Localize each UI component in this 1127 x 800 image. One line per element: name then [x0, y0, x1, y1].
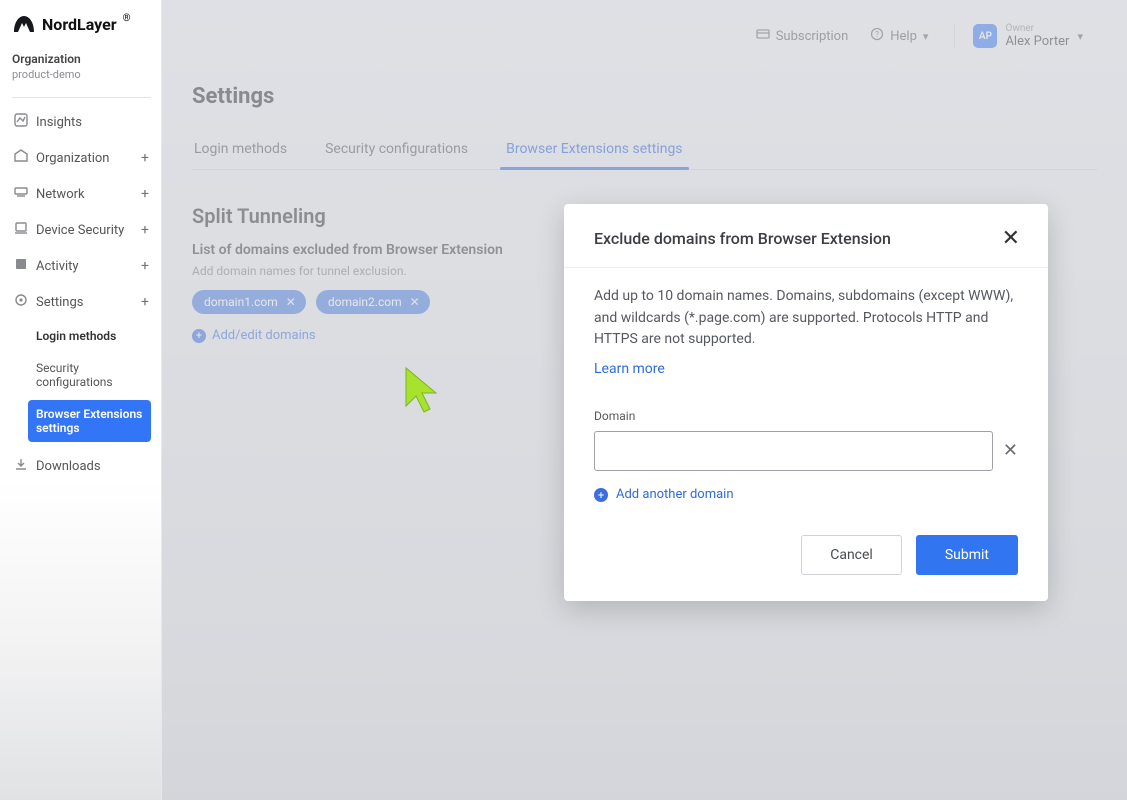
modal-description: Add up to 10 domain names. Domains, subd…: [594, 286, 1018, 351]
expand-icon: +: [141, 187, 149, 201]
sidebar-item-downloads[interactable]: Downloads: [12, 448, 151, 484]
cancel-button[interactable]: Cancel: [801, 535, 902, 575]
chip-remove-icon[interactable]: ✕: [286, 295, 296, 309]
sidebar-item-organization[interactable]: Organization +: [12, 140, 151, 176]
add-another-label: Add another domain: [616, 485, 734, 505]
gear-icon: [14, 293, 28, 311]
sidebar-item-label: Device Security: [36, 223, 133, 238]
nord-arc-icon: [12, 14, 36, 34]
tabs: Login methods Security configurations Br…: [192, 131, 1097, 170]
main: Subscription ? Help ▾ AP Owner Alex Port…: [162, 0, 1127, 800]
tab-login-methods[interactable]: Login methods: [192, 131, 289, 169]
subscription-label: Subscription: [776, 29, 849, 44]
network-icon: [14, 185, 28, 203]
divider: [12, 97, 151, 98]
tab-security-configurations[interactable]: Security configurations: [323, 131, 470, 169]
user-menu[interactable]: AP Owner Alex Porter ▾: [954, 23, 1083, 49]
expand-icon: +: [141, 151, 149, 165]
expand-icon: +: [141, 259, 149, 273]
page-title: Settings: [192, 84, 1097, 109]
cursor-arrow-icon: [402, 366, 442, 420]
sidebar-item-label: Settings: [36, 295, 133, 310]
topbar: Subscription ? Help ▾ AP Owner Alex Port…: [178, 8, 1111, 64]
subnav-browser-extensions-settings[interactable]: Browser Extensions settings: [28, 400, 151, 442]
svg-text:?: ?: [875, 30, 879, 39]
user-name: Alex Porter: [1005, 34, 1069, 49]
help-link[interactable]: ? Help ▾: [870, 27, 928, 45]
remove-domain-row-icon[interactable]: ✕: [1003, 437, 1018, 465]
brand-name: NordLayer: [42, 15, 117, 34]
subnav-security-configurations[interactable]: Security configurations: [28, 354, 151, 396]
subscription-link[interactable]: Subscription: [756, 27, 849, 45]
subscription-icon: [756, 27, 770, 45]
sidebar-item-label: Downloads: [36, 459, 149, 474]
tab-browser-extensions-settings[interactable]: Browser Extensions settings: [504, 131, 684, 169]
expand-icon: +: [141, 295, 149, 309]
subnav-login-methods[interactable]: Login methods: [28, 322, 151, 350]
plus-circle-icon: +: [594, 488, 608, 502]
org-block: Organization product-demo: [12, 52, 151, 81]
sidebar-item-network[interactable]: Network +: [12, 176, 151, 212]
domain-chip-label: domain1.com: [204, 295, 278, 309]
download-icon: [14, 457, 28, 475]
chevron-down-icon: ▾: [1077, 30, 1083, 43]
device-security-icon: [14, 221, 28, 239]
sidebar-item-activity[interactable]: Activity +: [12, 248, 151, 284]
insights-icon: [14, 113, 28, 131]
help-label: Help: [890, 29, 917, 44]
plus-circle-icon: +: [192, 329, 206, 343]
sidebar-item-settings[interactable]: Settings +: [12, 284, 151, 320]
domain-input[interactable]: [594, 431, 993, 471]
sidebar-item-insights[interactable]: Insights: [12, 104, 151, 140]
modal-title: Exclude domains from Browser Extension: [594, 229, 891, 248]
organization-icon: [14, 149, 28, 167]
brand-logo[interactable]: NordLayer®: [12, 14, 151, 34]
activity-icon: [14, 257, 28, 275]
domain-chip: domain2.com ✕: [316, 290, 430, 314]
domain-chip-label: domain2.com: [328, 295, 402, 309]
help-icon: ?: [870, 27, 884, 45]
add-another-domain-link[interactable]: + Add another domain: [594, 485, 1018, 505]
user-role: Owner: [1005, 23, 1069, 34]
settings-subnav: Login methods Security configurations Br…: [28, 322, 151, 442]
chip-remove-icon[interactable]: ✕: [410, 295, 420, 309]
add-edit-label: Add/edit domains: [212, 328, 316, 343]
learn-more-link[interactable]: Learn more: [594, 359, 665, 381]
submit-button[interactable]: Submit: [916, 535, 1018, 575]
sidebar-item-label: Organization: [36, 151, 133, 166]
domain-chip: domain1.com ✕: [192, 290, 306, 314]
org-label: Organization: [12, 52, 151, 66]
chevron-down-icon: ▾: [923, 30, 929, 43]
domain-field-label: Domain: [594, 407, 1018, 426]
avatar: AP: [973, 24, 997, 48]
sidebar-item-device-security[interactable]: Device Security +: [12, 212, 151, 248]
expand-icon: +: [141, 223, 149, 237]
exclude-domains-modal: Exclude domains from Browser Extension ✕…: [564, 204, 1048, 601]
org-name: product-demo: [12, 68, 151, 81]
close-icon[interactable]: ✕: [996, 224, 1026, 253]
sidebar-item-label: Network: [36, 187, 133, 202]
sidebar: NordLayer® Organization product-demo Ins…: [0, 0, 162, 800]
sidebar-item-label: Activity: [36, 259, 133, 274]
sidebar-item-label: Insights: [36, 115, 149, 130]
